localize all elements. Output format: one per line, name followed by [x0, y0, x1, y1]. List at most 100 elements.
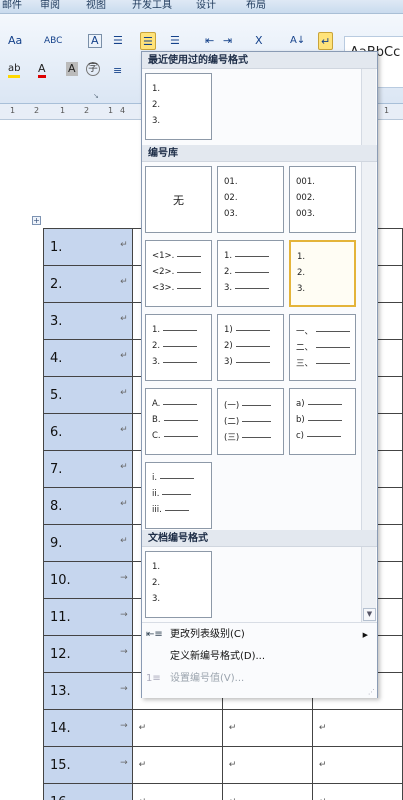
numbering-library-header: 编号库 — [142, 145, 377, 162]
numbering-format-tile[interactable]: 无 — [145, 166, 212, 233]
numbered-cell[interactable]: 9. ↵ — [43, 524, 133, 562]
tile-number-label: 003. — [296, 209, 315, 219]
resize-grip-icon[interactable]: ⋰ — [368, 688, 375, 696]
tile-number-label: B. — [152, 415, 161, 425]
numbering-format-tile[interactable]: 001. 002. 003. — [289, 166, 356, 233]
table-cell[interactable]: ↵ — [221, 783, 313, 800]
table-row: 14. → ↵ ↵ ↵ — [43, 709, 403, 747]
numbered-cell[interactable]: 3. ↵ — [43, 302, 133, 340]
numbered-cell[interactable]: 4. ↵ — [43, 339, 133, 377]
char-shading-button[interactable]: A — [66, 62, 78, 76]
tile-number-label: 3. — [297, 284, 306, 294]
row-number: 12. — [50, 646, 71, 662]
tile-number-label: <3>. — [152, 283, 175, 293]
numbering-format-tile[interactable]: 01. 02. 03. — [217, 166, 284, 233]
tab-design[interactable]: 设计 — [196, 0, 216, 14]
paragraph-mark-icon: → — [120, 758, 128, 768]
numbering-format-tile[interactable]: (一) (二) (三) — [217, 388, 284, 455]
numbered-cell[interactable]: 15. → — [43, 746, 133, 784]
dialog-launcher-icon[interactable]: ↘ — [93, 92, 99, 100]
scroll-down-icon[interactable]: ▼ — [363, 608, 376, 621]
set-numbering-value-label: 设置编号值(V)... — [170, 673, 245, 684]
tile-line: 1. — [224, 251, 270, 261]
font-size-button[interactable]: Aa — [8, 32, 22, 50]
numbered-cell[interactable]: 12. → — [43, 635, 133, 673]
row-number: 3. — [50, 313, 63, 329]
clear-format-button[interactable]: A — [88, 34, 102, 48]
tile-number-label: iii. — [152, 505, 162, 515]
numbered-cell[interactable]: 11. → — [43, 598, 133, 636]
change-list-level-item[interactable]: ⇤≡ 更改列表级别(C) ▶ — [142, 625, 377, 645]
dropdown-menu: ⇤≡ 更改列表级别(C) ▶ 定义新编号格式(D)... 1≡ 设置编号值(V)… — [142, 622, 377, 698]
table-cell[interactable]: ↵ — [131, 746, 223, 784]
numbered-cell[interactable]: 5. ↵ — [43, 376, 133, 414]
table-cell[interactable]: ↵ — [131, 709, 223, 747]
numbering-format-tile[interactable]: <1>. <2>. <3>. — [145, 240, 212, 307]
tab-view[interactable]: 视图 — [86, 0, 106, 14]
spelling-button[interactable]: ABC — [44, 32, 62, 50]
tile-number-label: 3. — [152, 116, 161, 126]
tile-number-label: 1) — [224, 325, 233, 335]
tile-line-bar — [235, 271, 270, 273]
tile-line: 2. — [297, 268, 305, 278]
tile-number-label: 002. — [296, 193, 315, 203]
tile-line-bar — [307, 403, 342, 405]
tab-review[interactable]: 审阅 — [40, 0, 60, 14]
numbering-format-tile[interactable]: 1. 2. 3. — [217, 240, 284, 307]
numbered-cell[interactable]: 10. → — [43, 561, 133, 599]
tab-layout[interactable]: 布局 — [246, 0, 266, 14]
tile-number-label: 2. — [152, 341, 161, 351]
bullets-button[interactable]: ☰ — [113, 32, 123, 50]
sort-button[interactable]: A↓ — [290, 32, 305, 50]
tile-number-label: 三、 — [296, 359, 314, 369]
show-marks-button[interactable]: ↵ — [318, 32, 334, 50]
row-number: 7. — [50, 461, 63, 477]
increase-indent-button[interactable]: ⇥ — [223, 32, 232, 50]
define-new-format-item[interactable]: 定义新编号格式(D)... — [142, 647, 377, 667]
numbering-format-tile[interactable]: 1. 2. 3. — [145, 73, 212, 140]
numbering-button[interactable]: ☰ — [140, 32, 156, 50]
table-cell[interactable]: ↵ — [131, 783, 223, 800]
tile-line: 1. — [152, 84, 160, 94]
numbered-cell[interactable]: 14. → — [43, 709, 133, 747]
numbering-format-tile[interactable]: 一、 二、 三、 — [289, 314, 356, 381]
chinese-layout-button[interactable]: X — [255, 32, 263, 50]
numbered-cell[interactable]: 6. ↵ — [43, 413, 133, 451]
align-left-button[interactable]: ≡ — [113, 62, 122, 80]
numbered-cell[interactable]: 2. ↵ — [43, 265, 133, 303]
tab-mailings[interactable]: 邮件 — [2, 0, 22, 14]
tile-number-label: (三) — [224, 433, 240, 443]
table-cell[interactable]: ↵ — [311, 709, 403, 747]
font-color-button[interactable]: A — [38, 62, 46, 78]
numbering-format-tile[interactable]: 1) 2) 3) — [217, 314, 284, 381]
numbering-format-tile[interactable]: i. ii. iii. — [145, 462, 212, 529]
table-cell[interactable]: ↵ — [221, 746, 313, 784]
numbering-format-tile[interactable]: a) b) c) — [289, 388, 356, 455]
decrease-indent-button[interactable]: ⇤ — [205, 32, 214, 50]
highlight-button[interactable]: ab — [8, 62, 21, 78]
none-label: 无 — [173, 193, 184, 207]
table-cell[interactable]: ↵ — [311, 783, 403, 800]
numbered-cell[interactable]: 7. ↵ — [43, 450, 133, 488]
paragraph-mark-icon: ↵ — [120, 240, 128, 250]
set-numbering-value-item[interactable]: 1≡ 设置编号值(V)... — [142, 669, 377, 689]
tab-developer[interactable]: 开发工具 — [132, 0, 172, 14]
numbering-format-tile[interactable]: 1. 2. 3. — [289, 240, 356, 307]
numbering-format-tile[interactable]: A. B. C. — [145, 388, 212, 455]
numbered-cell[interactable]: 8. ↵ — [43, 487, 133, 525]
numbered-cell[interactable]: 16. — [43, 783, 133, 800]
multilevel-list-button[interactable]: ☰ — [170, 32, 180, 50]
numbered-cell[interactable]: 1. ↵ — [43, 228, 133, 266]
numbered-cell[interactable]: 13. → — [43, 672, 133, 710]
numbering-format-tile[interactable]: 1. 2. 3. — [145, 314, 212, 381]
table-cell[interactable]: ↵ — [311, 746, 403, 784]
tile-line: 1. — [152, 562, 160, 572]
numbering-format-tile[interactable]: 1. 2. 3. — [145, 551, 212, 618]
table-cell[interactable]: ↵ — [221, 709, 313, 747]
tile-line: 3. — [152, 357, 198, 367]
row-number: 11. — [50, 609, 71, 625]
enclose-char-button[interactable]: 字 — [86, 62, 100, 76]
table-row: 15. → ↵ ↵ ↵ — [43, 746, 403, 784]
table-move-handle-icon[interactable]: + — [32, 216, 41, 225]
tile-line: 02. — [224, 193, 238, 203]
